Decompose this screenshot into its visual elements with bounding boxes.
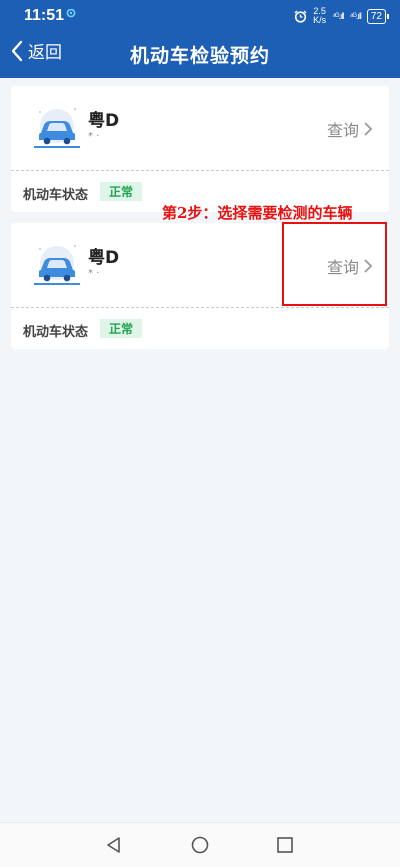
signal-1: ⁴ᴳ.ıll	[332, 11, 344, 21]
battery-level: 72	[366, 8, 390, 24]
square-recent-icon[interactable]	[275, 835, 295, 855]
nav-bar: 返回 机动车检验预约	[0, 30, 400, 78]
signal-2: ⁴ᴳ.ıll	[349, 11, 362, 21]
annotation-text: 第2步：选择需要检测的车辆	[162, 204, 353, 222]
car-icon	[34, 108, 80, 148]
vehicle-card-bottom: 机动车状态 正常	[11, 307, 389, 349]
status-bar: 11:51 2.5 K/s ⁴ᴳ.ıll ⁴ᴳ.ıll 72	[0, 0, 400, 30]
status-badge: 正常	[100, 182, 143, 201]
vehicle-subtext: * ·	[88, 131, 100, 142]
triangle-back-icon[interactable]	[104, 835, 124, 855]
vehicle-card-top[interactable]: 粤D * · 查询	[11, 86, 389, 171]
page-title: 机动车检验预约	[129, 45, 270, 67]
system-nav-bar	[0, 822, 400, 867]
status-time: 11:51	[24, 7, 65, 24]
alarm-icon	[294, 10, 307, 23]
net-speed: 2.5 K/s	[313, 7, 326, 25]
annotation-highlight-box	[282, 222, 387, 306]
status-badge: 正常	[100, 319, 143, 338]
car-icon	[34, 245, 80, 285]
query-label: 查询	[326, 121, 359, 140]
vehicle-status-label: 机动车状态	[23, 325, 89, 340]
status-indicators: 2.5 K/s ⁴ᴳ.ıll ⁴ᴳ.ıll 72	[294, 7, 390, 25]
vehicle-plate: 粤D	[88, 111, 120, 131]
header: 11:51 2.5 K/s ⁴ᴳ.ıll ⁴ᴳ.ıll 72 返回 机动车检验预…	[0, 0, 400, 78]
circle-home-icon[interactable]	[190, 835, 210, 855]
net-speed-unit: K/s	[313, 15, 327, 25]
query-button[interactable]: 查询	[327, 117, 373, 141]
vehicle-status-label: 机动车状态	[23, 188, 89, 203]
vehicle-plate: 粤D	[88, 248, 120, 268]
vehicle-card[interactable]: 粤D * · 查询 机动车状态 正常	[11, 86, 389, 212]
chevron-right-icon	[364, 122, 373, 136]
vehicle-subtext: * ·	[88, 268, 100, 279]
location-icon	[66, 9, 76, 18]
